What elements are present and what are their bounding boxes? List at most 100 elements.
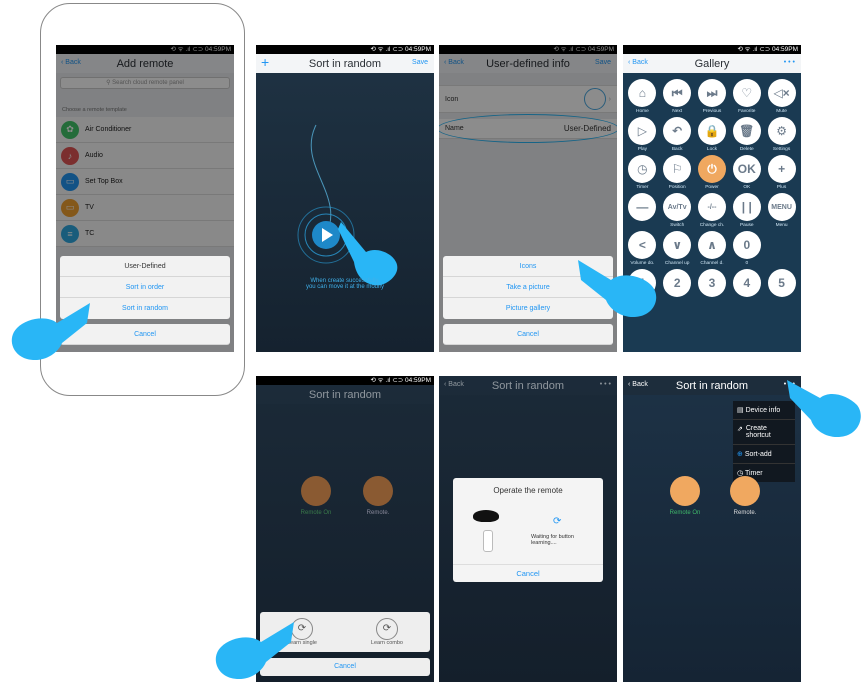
remote-on-button[interactable] bbox=[670, 476, 700, 506]
gallery-button-label: Channel up bbox=[664, 261, 690, 266]
gallery-button-label: Settings bbox=[772, 147, 791, 152]
gallery-icon-cell[interactable]: ⏻ Power bbox=[695, 155, 730, 191]
gallery-button[interactable]: — bbox=[628, 193, 657, 221]
gallery-icon-cell[interactable]: ◷ Timer bbox=[625, 155, 660, 191]
gallery-button[interactable]: ↶ bbox=[663, 117, 692, 145]
remote-device-icon bbox=[473, 510, 499, 522]
learn-combo-button[interactable]: ⟳ Learn combo bbox=[371, 618, 403, 646]
remote-button[interactable] bbox=[730, 476, 760, 506]
gallery-icon-cell[interactable]: | | Pause bbox=[729, 193, 764, 229]
gallery-button-label: Position bbox=[668, 185, 686, 190]
gallery-button[interactable]: ⌂ bbox=[628, 79, 657, 107]
gallery-button[interactable]: ◷ bbox=[628, 155, 657, 183]
gallery-button-label: Previous bbox=[702, 109, 722, 114]
gallery-button[interactable]: ⏭ bbox=[697, 79, 726, 107]
gallery-icon-cell[interactable]: + Plus bbox=[764, 155, 799, 191]
gallery-icon-cell[interactable]: — bbox=[625, 193, 660, 229]
tutorial-collage: ⟲ ᯤ .ıl ⊂⊃ 04:59PM ‹ Back Add remote ⚲ S… bbox=[0, 0, 867, 682]
gallery-button-label: Delete bbox=[739, 147, 754, 152]
more-button[interactable]: • • • bbox=[600, 381, 611, 388]
gallery-icon-cell[interactable]: 5 bbox=[764, 269, 799, 305]
gallery-icon-cell[interactable]: ▷ Play bbox=[625, 117, 660, 153]
waiting-text: Waiting for button learning.... bbox=[531, 534, 574, 546]
status-bar: ⟲ ᯤ .ıl ⊂⊃ 04:59PM bbox=[256, 45, 434, 54]
hand-pointer-icon bbox=[215, 622, 294, 680]
gallery-icon-cell[interactable] bbox=[764, 231, 799, 267]
hand-pointer-icon bbox=[578, 260, 657, 318]
gallery-icon-cell[interactable]: -/-- Change ch. bbox=[695, 193, 730, 229]
cancel-button[interactable]: Cancel bbox=[453, 564, 603, 578]
gallery-button[interactable]: ▷ bbox=[628, 117, 657, 145]
remote-on-label: Remote On bbox=[669, 510, 701, 516]
back-button[interactable]: ‹ Back bbox=[628, 59, 648, 66]
status-bar: ⟲ ᯤ .ıl ⊂⊃ 04:59PM bbox=[256, 376, 434, 385]
gallery-button[interactable]: ⚙ bbox=[767, 117, 796, 145]
hint-text: When create successfully, you can move it… bbox=[305, 278, 385, 290]
hand-pointer-icon bbox=[338, 222, 398, 286]
gallery-icon-cell[interactable]: 3 bbox=[695, 269, 730, 305]
gallery-button-label: Mute bbox=[776, 109, 787, 114]
gallery-icon-cell[interactable]: ↶ Back bbox=[660, 117, 695, 153]
gallery-button[interactable]: 2 bbox=[663, 269, 692, 297]
gallery-icon-cell[interactable]: ⏭ Previous bbox=[695, 79, 730, 115]
gallery-icon-cell[interactable]: 🔒 Lock bbox=[695, 117, 730, 153]
gallery-button-label: OK bbox=[743, 185, 751, 190]
remote-label: Remote. bbox=[733, 510, 757, 516]
gallery-button[interactable]: MENU bbox=[767, 193, 796, 221]
gallery-icon-cell[interactable]: 4 bbox=[729, 269, 764, 305]
gallery-button-label: Pause bbox=[739, 223, 754, 228]
dialog-title: Operate the remote bbox=[493, 486, 563, 495]
gallery-icon-cell[interactable]: ◁× Mute bbox=[764, 79, 799, 115]
gallery-button[interactable]: ∨ bbox=[663, 231, 692, 259]
gallery-icon-cell[interactable]: ⚐ Position bbox=[660, 155, 695, 191]
gallery-button[interactable]: 3 bbox=[697, 269, 726, 297]
gallery-button-label: Back bbox=[671, 147, 683, 152]
gallery-icon-cell[interactable]: Av/Tv Switch bbox=[660, 193, 695, 229]
gallery-button[interactable]: 5 bbox=[767, 269, 796, 297]
sheet-title: User-Defined bbox=[60, 256, 230, 277]
gallery-icon-cell[interactable]: MENU Menu bbox=[764, 193, 799, 229]
gallery-icon-cell[interactable]: ∧ Channel d. bbox=[695, 231, 730, 267]
gallery-button[interactable]: -/-- bbox=[697, 193, 726, 221]
gallery-button[interactable]: ⏮ bbox=[663, 79, 692, 107]
gallery-button[interactable]: ♡ bbox=[732, 79, 761, 107]
gallery-button[interactable]: OK bbox=[732, 155, 761, 183]
gallery-icon-cell[interactable]: ⚙ Settings bbox=[764, 117, 799, 153]
gallery-button[interactable]: 🗑 bbox=[732, 117, 761, 145]
gallery-button[interactable]: ⚐ bbox=[663, 155, 692, 183]
gallery-button[interactable]: 4 bbox=[732, 269, 761, 297]
back-button[interactable]: ‹ Back bbox=[444, 381, 464, 388]
gallery-button[interactable]: | | bbox=[732, 193, 761, 221]
gallery-button[interactable]: + bbox=[767, 155, 796, 183]
gallery-icon-cell[interactable]: ⏮ Next bbox=[660, 79, 695, 115]
gallery-button[interactable]: 0 bbox=[732, 231, 761, 259]
nav-bar: + Sort in random Save bbox=[256, 54, 434, 73]
remote-label: Remote. bbox=[366, 510, 390, 516]
nav-bar: Sort in random bbox=[256, 385, 434, 404]
gallery-button-label: Timer bbox=[636, 185, 649, 190]
gallery-icon-cell[interactable]: 🗑 Delete bbox=[729, 117, 764, 153]
gallery-icon-cell[interactable]: OK OK bbox=[729, 155, 764, 191]
cancel-button[interactable]: Cancel bbox=[443, 324, 613, 345]
page-title: Sort in random bbox=[675, 379, 749, 392]
gallery-icon-cell[interactable]: ♡ Favorite bbox=[729, 79, 764, 115]
menu-item-sort-add[interactable]: ⊕ Sort-add bbox=[733, 445, 795, 464]
gallery-button[interactable]: ⏻ bbox=[697, 155, 726, 183]
operate-dialog: Operate the remote ⟳ Waiting for button … bbox=[453, 478, 603, 582]
gallery-button[interactable]: ∧ bbox=[697, 231, 726, 259]
screen-sort-random-menu: ‹ Back Sort in random • • • ▤ Device inf… bbox=[623, 376, 801, 682]
more-button[interactable]: • • • bbox=[784, 59, 795, 66]
gallery-icon-cell[interactable]: ⌂ Home bbox=[625, 79, 660, 115]
nav-bar: ‹ Back Gallery • • • bbox=[623, 54, 801, 73]
add-button[interactable]: + bbox=[261, 54, 269, 70]
gallery-button[interactable]: ◁× bbox=[767, 79, 796, 107]
hand-pointer-icon bbox=[11, 303, 90, 361]
back-button[interactable]: ‹ Back bbox=[628, 381, 648, 388]
save-button[interactable]: Save bbox=[412, 59, 428, 66]
gallery-button[interactable]: Av/Tv bbox=[663, 193, 692, 221]
gallery-icon-cell[interactable]: 00 bbox=[729, 231, 764, 267]
gallery-button[interactable]: 🔒 bbox=[697, 117, 726, 145]
remote-on-button[interactable] bbox=[301, 476, 331, 506]
page-title: Sort in random bbox=[308, 388, 382, 401]
remote-button[interactable] bbox=[363, 476, 393, 506]
